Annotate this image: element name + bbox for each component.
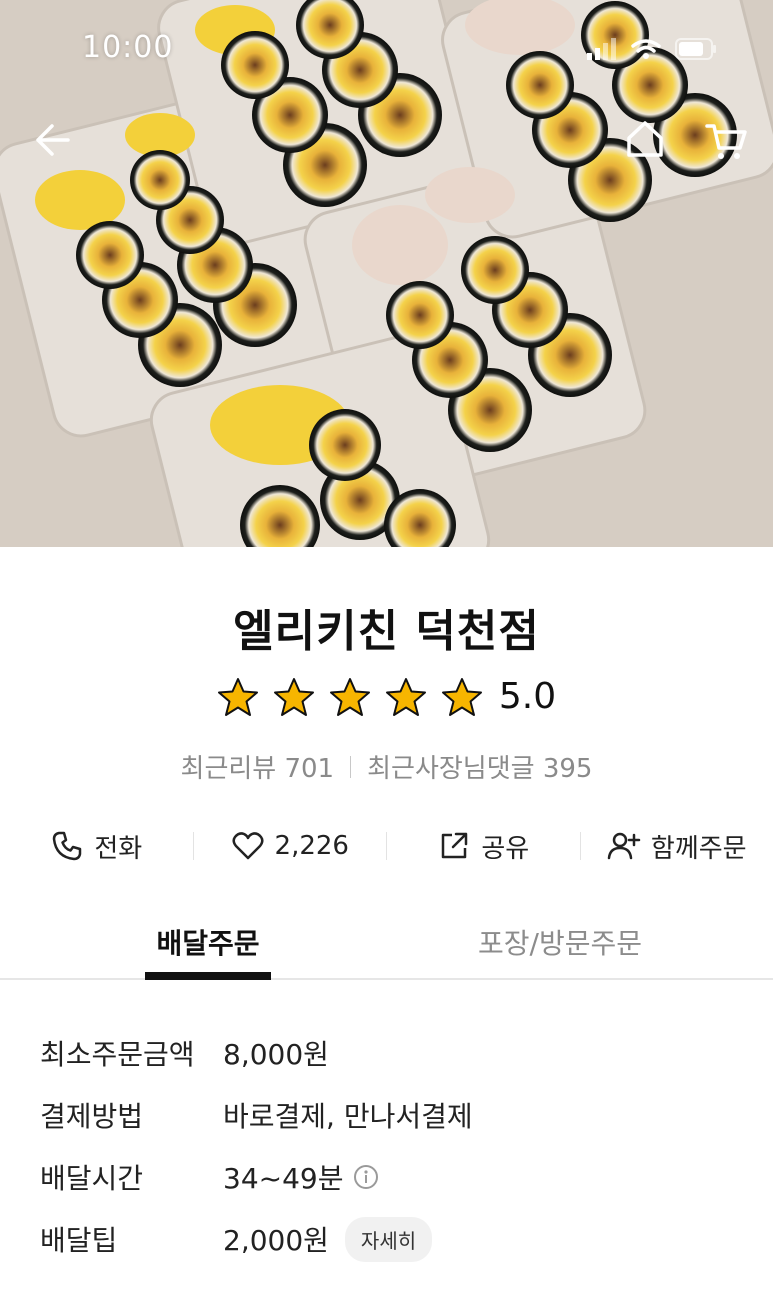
review-summary: 최근리뷰 701 최근사장님댓글 395: [0, 748, 773, 785]
kimbap-photo: [0, 0, 773, 547]
tip-detail-button[interactable]: 자세히: [344, 1216, 433, 1262]
tab-pickup-order[interactable]: 포장/방문주문: [478, 922, 642, 962]
status-icons: [587, 38, 717, 60]
wifi-icon: [631, 39, 661, 59]
delivery-tip-row: 배달팁 2,000원 자세히: [40, 1208, 473, 1270]
rating-row[interactable]: 5.0: [0, 676, 773, 717]
divider: [350, 755, 352, 778]
star-rating: [217, 677, 483, 717]
status-time: 10:00: [82, 30, 174, 65]
star-icon: [217, 677, 258, 716]
star-icon: [329, 677, 370, 716]
add-person-icon: [607, 832, 641, 860]
delivery-time-value-wrap: 34~49분: [223, 1157, 379, 1197]
group-order-label: 함께주문: [650, 833, 747, 864]
call-label: 전화: [94, 833, 143, 864]
like-count: 2,226: [274, 831, 349, 861]
delivery-time-value: 34~49분: [223, 1162, 344, 1195]
star-icon: [441, 677, 482, 716]
min-order-value: 8,000원: [223, 1038, 329, 1071]
info-icon[interactable]: [353, 1164, 379, 1190]
delivery-time-label: 배달시간: [40, 1162, 144, 1195]
battery-icon: [675, 38, 716, 60]
store-name: 엘리키친 덕천점: [233, 606, 540, 657]
call-button[interactable]: 전화: [0, 828, 193, 865]
store-hero-image: 10:00: [0, 0, 773, 547]
payment-label: 결제방법: [40, 1100, 144, 1133]
tab-delivery-order[interactable]: 배달주문: [145, 922, 271, 962]
star-icon: [385, 677, 426, 716]
owner-replies-link[interactable]: 최근사장님댓글 395: [367, 748, 592, 785]
like-button[interactable]: 2,226: [194, 829, 387, 863]
delivery-tip-label: 배달팁: [40, 1224, 118, 1257]
delivery-tip-value-wrap: 2,000원 자세히: [223, 1216, 433, 1262]
payment-value: 바로결제, 만나서결제: [223, 1100, 473, 1133]
delivery-info: 최소주문금액 8,000원 결제방법 바로결제, 만나서결제 배달시간 34~4…: [40, 1022, 473, 1270]
payment-row: 결제방법 바로결제, 만나서결제: [40, 1084, 473, 1146]
star-icon: [273, 677, 314, 716]
store-actions: 전화 2,226 공유 함께주문: [0, 820, 773, 872]
active-tab-indicator: [145, 972, 271, 980]
delivery-time-row: 배달시간 34~49분: [40, 1146, 473, 1208]
cart-icon[interactable]: [704, 118, 748, 162]
min-order-label: 최소주문금액: [40, 1038, 195, 1071]
phone-icon: [53, 831, 82, 861]
back-arrow-icon[interactable]: [30, 118, 74, 162]
group-order-button[interactable]: 함께주문: [581, 828, 773, 865]
delivery-tip-value: 2,000원: [223, 1224, 329, 1257]
heart-icon: [232, 832, 264, 860]
recent-reviews-link[interactable]: 최근리뷰 701: [181, 748, 335, 785]
signal-icon: [587, 38, 616, 60]
rating-value: 5.0: [498, 676, 557, 717]
min-order-row: 최소주문금액 8,000원: [40, 1022, 473, 1084]
share-icon: [442, 832, 468, 859]
order-type-tabs: 배달주문 포장/방문주문: [0, 912, 773, 980]
share-button[interactable]: 공유: [387, 828, 580, 865]
share-label: 공유: [481, 833, 530, 864]
home-icon[interactable]: [624, 118, 666, 160]
